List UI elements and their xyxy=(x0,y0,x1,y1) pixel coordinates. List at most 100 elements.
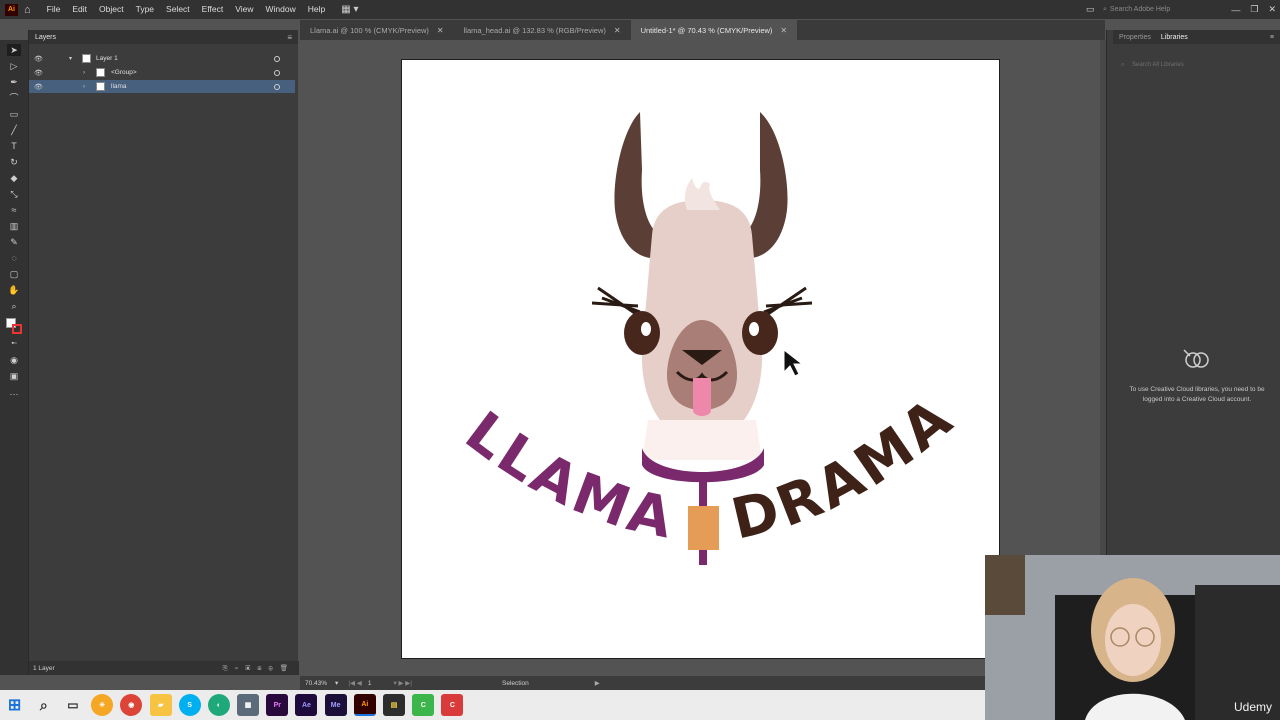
media-encoder-icon[interactable]: Me xyxy=(324,694,347,716)
tab-label[interactable]: Llama.ai @ 100 % (CMYK/Preview) xyxy=(310,26,429,35)
menu-bar: Ai ⌂ File Edit Object Type Select Effect… xyxy=(0,0,1280,19)
layers-tab[interactable]: Layers xyxy=(35,34,56,41)
windows-start-icon[interactable]: ⊞ xyxy=(4,694,26,716)
help-search-input[interactable]: Search Adobe Help xyxy=(1110,6,1170,13)
draw-mode-icon[interactable]: ◉ xyxy=(7,354,21,366)
illustrator-icon[interactable]: Ai xyxy=(353,694,376,716)
eraser-tool-icon[interactable]: ◆ xyxy=(7,172,21,184)
menu-view[interactable]: View xyxy=(229,0,259,19)
skype-icon[interactable]: S xyxy=(178,694,201,716)
layer-actions-icon[interactable]: ⎘⌕▣⊞⊕🗑 xyxy=(223,664,295,673)
menu-effect[interactable]: Effect xyxy=(196,0,230,19)
screen-mode-icon[interactable]: ▣ xyxy=(7,370,21,382)
target-circle-icon[interactable] xyxy=(274,69,280,76)
menu-help[interactable]: Help xyxy=(302,0,331,19)
selection-tool-icon[interactable]: ➤ xyxy=(7,44,21,56)
chevron-down-icon[interactable]: ▾ xyxy=(69,55,72,62)
layer-row-layer1[interactable]: 👁 ▾ Layer 1 xyxy=(29,52,295,65)
search-icon[interactable]: ⌕ xyxy=(33,694,55,716)
file-explorer-icon[interactable]: ▰ xyxy=(149,694,172,716)
color-mode-icon[interactable]: ▪▫ xyxy=(7,338,21,350)
visibility-eye-icon[interactable]: 👁 xyxy=(34,69,43,77)
help-search[interactable]: ⌕ Search Adobe Help xyxy=(1103,3,1213,16)
workspace-switcher-icon[interactable]: ▦ ▾ xyxy=(341,4,358,15)
layer-row-llama[interactable]: 👁 › llama xyxy=(29,80,295,93)
visibility-eye-icon[interactable]: 👁 xyxy=(34,55,43,63)
chevron-right-icon[interactable]: › xyxy=(83,84,85,90)
weather-icon[interactable]: ☀ xyxy=(91,694,114,716)
camtasia-editor-icon[interactable]: C xyxy=(441,694,464,716)
zoom-dropdown-icon[interactable]: ▾ xyxy=(335,679,338,687)
tab-llama[interactable]: Llama.ai @ 100 % (CMYK/Preview) ✕ xyxy=(300,20,454,40)
document-tabs: Llama.ai @ 100 % (CMYK/Preview) ✕ llama_… xyxy=(300,20,1105,40)
menu-edit[interactable]: Edit xyxy=(66,0,93,19)
panel-menu-icon[interactable]: ≡ xyxy=(287,33,292,42)
utility-app-icon[interactable]: ▤ xyxy=(383,694,406,716)
llama-artwork[interactable]: LLAMA DRAMA xyxy=(402,60,1001,660)
hand-tool-icon[interactable]: ✋ xyxy=(7,284,21,296)
paintbrush-tool-icon[interactable]: ╱ xyxy=(7,124,21,136)
close-icon[interactable]: ✕ xyxy=(614,26,621,35)
panel-divider[interactable] xyxy=(1106,30,1113,555)
close-icon[interactable]: ✕ xyxy=(437,26,444,35)
status-menu-icon[interactable]: ▶ xyxy=(595,679,600,687)
artboard-number[interactable]: 1 xyxy=(368,680,372,687)
libraries-search-input[interactable]: Search All Libraries xyxy=(1132,62,1184,68)
tab-label[interactable]: llama_head.ai @ 132.83 % (RGB/Preview) xyxy=(464,26,606,35)
home-icon[interactable]: ⌂ xyxy=(24,4,31,16)
premiere-icon[interactable]: Pr xyxy=(266,694,289,716)
chrome-icon[interactable]: ◉ xyxy=(120,694,143,716)
menu-select[interactable]: Select xyxy=(160,0,196,19)
gradient-tool-icon[interactable]: ▥ xyxy=(7,220,21,232)
tab-untitled[interactable]: Untitled-1* @ 70.43 % (CMYK/Preview) ✕ xyxy=(630,20,798,40)
menu-object[interactable]: Object xyxy=(93,0,130,19)
camtasia-recorder-icon[interactable]: C xyxy=(412,694,435,716)
type-tool-icon[interactable]: T xyxy=(7,140,21,152)
restore-icon[interactable]: ❐ xyxy=(1250,4,1258,15)
calculator-icon[interactable]: ▦ xyxy=(237,694,260,716)
layer-name[interactable]: <Group> xyxy=(111,69,137,76)
target-circle-icon[interactable] xyxy=(274,83,280,90)
close-icon[interactable]: ✕ xyxy=(780,26,787,35)
target-circle-icon[interactable] xyxy=(274,55,280,62)
zoom-tool-icon[interactable]: ⌕ xyxy=(7,300,21,312)
task-view-icon[interactable]: ▭ xyxy=(62,694,84,716)
browser-icon[interactable]: ◐ xyxy=(207,694,230,716)
layer-name[interactable]: Layer 1 xyxy=(96,55,118,62)
arrange-docs-icon[interactable]: ▭ xyxy=(1086,4,1095,15)
artboard[interactable]: LLAMA DRAMA xyxy=(401,59,1000,659)
close-icon[interactable]: ✕ xyxy=(1268,4,1276,15)
menu-file[interactable]: File xyxy=(41,0,67,19)
artboard-prev-icon[interactable]: |◀ ◀ xyxy=(348,679,362,687)
zoom-level[interactable]: 70.43% xyxy=(305,680,327,687)
pen-tool-icon[interactable]: ✒ xyxy=(7,76,21,88)
libraries-panel: Properties Libraries ≡ ⌕ Search All Libr… xyxy=(1113,30,1280,555)
stroke-swatch[interactable] xyxy=(12,324,22,334)
blend-tool-icon[interactable]: ◌ xyxy=(7,252,21,264)
tab-properties[interactable]: Properties xyxy=(1119,34,1151,41)
eye-highlight-right xyxy=(749,322,759,336)
minimize-icon[interactable]: — xyxy=(1231,5,1240,15)
eyedropper-tool-icon[interactable]: ✎ xyxy=(7,236,21,248)
tab-libraries[interactable]: Libraries xyxy=(1161,34,1188,41)
rectangle-tool-icon[interactable]: ▭ xyxy=(7,108,21,120)
direct-selection-tool-icon[interactable]: ▷ xyxy=(7,60,21,72)
chevron-right-icon[interactable]: › xyxy=(83,70,85,76)
tab-label[interactable]: Untitled-1* @ 70.43 % (CMYK/Preview) xyxy=(641,26,773,35)
panel-menu-icon[interactable]: ≡ xyxy=(1270,34,1274,41)
scale-tool-icon[interactable]: ⤡ xyxy=(7,188,21,200)
curvature-tool-icon[interactable]: ⌒ xyxy=(7,92,21,104)
artboard-tool-icon[interactable]: ▢ xyxy=(7,268,21,280)
libraries-search[interactable]: ⌕ Search All Libraries xyxy=(1121,62,1271,72)
after-effects-icon[interactable]: Ae xyxy=(295,694,318,716)
menu-type[interactable]: Type xyxy=(130,0,160,19)
tab-llama-head[interactable]: llama_head.ai @ 132.83 % (RGB/Preview) ✕ xyxy=(453,20,631,40)
layer-name[interactable]: llama xyxy=(111,83,127,90)
layer-row-group[interactable]: 👁 › <Group> xyxy=(29,66,295,79)
artboard-next-icon[interactable]: ▾ ▶ ▶| xyxy=(393,679,412,687)
visibility-eye-icon[interactable]: 👁 xyxy=(34,83,43,91)
menu-window[interactable]: Window xyxy=(260,0,302,19)
rotate-tool-icon[interactable]: ↻ xyxy=(7,156,21,168)
width-tool-icon[interactable]: ≈ xyxy=(7,204,21,216)
more-tools-icon[interactable]: ··· xyxy=(7,388,21,400)
